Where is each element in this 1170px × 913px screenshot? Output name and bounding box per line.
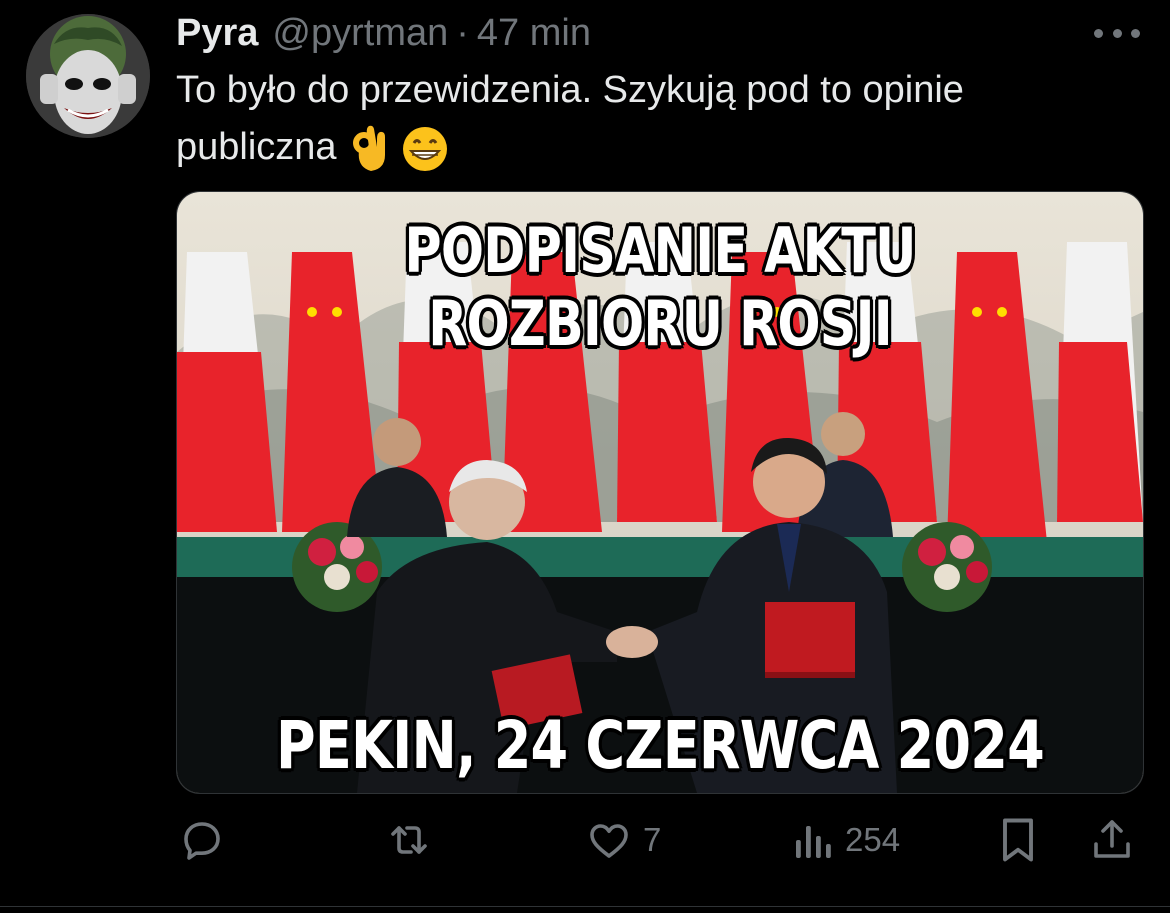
like-button[interactable]: 7	[585, 810, 661, 870]
views-icon	[793, 816, 835, 864]
bookmark-icon	[996, 814, 1040, 866]
like-count: 7	[643, 821, 662, 858]
author-handle[interactable]: @pyrtman	[272, 12, 448, 55]
views-button[interactable]: 254	[793, 810, 900, 870]
more-dot	[1131, 28, 1140, 38]
tweet[interactable]: Pyra @pyrtman · 47 min To było do przewi…	[0, 0, 1170, 913]
timestamp[interactable]: 47 min	[477, 12, 591, 55]
tweet-text-word: publiczna	[176, 126, 337, 168]
tweet-header: Pyra @pyrtman · 47 min	[176, 10, 591, 56]
more-dot	[1112, 28, 1122, 38]
divider	[0, 906, 1170, 907]
tweet-text-line: publiczna	[176, 119, 1126, 176]
grinning-emoji	[401, 125, 449, 173]
share-icon	[1088, 815, 1136, 865]
views-count: 254	[845, 821, 901, 858]
meme-caption-bottom: PEKIN, 24 CZERWCA 2024	[276, 707, 1045, 784]
like-icon	[585, 816, 633, 864]
more-dot	[1094, 28, 1103, 38]
separator-dot: ·	[456, 11, 469, 54]
tweet-text-line: To było do przewidzenia. Szykują pod to …	[176, 69, 964, 111]
share-button[interactable]	[1088, 810, 1136, 870]
handshake	[606, 626, 658, 658]
tweet-text: To było do przewidzenia. Szykują pod to …	[176, 62, 1126, 176]
meme-caption-top: PODPISANIE AKTU ROZBIORU ROSJI	[404, 214, 916, 360]
repost-button[interactable]	[384, 810, 444, 870]
reply-icon	[178, 816, 226, 864]
ok-hand-emoji	[347, 125, 391, 173]
repost-icon	[384, 816, 434, 864]
more-icon[interactable]	[1094, 18, 1140, 48]
author-name[interactable]: Pyra	[176, 12, 258, 55]
bookmark-button[interactable]	[996, 810, 1040, 870]
avatar[interactable]	[26, 14, 150, 138]
tweet-media[interactable]: PODPISANIE AKTU ROZBIORU ROSJI PEKIN, 24…	[176, 191, 1144, 794]
action-bar: 7 254	[0, 810, 1170, 870]
avatar-image	[26, 14, 150, 138]
reply-button[interactable]	[178, 810, 236, 870]
